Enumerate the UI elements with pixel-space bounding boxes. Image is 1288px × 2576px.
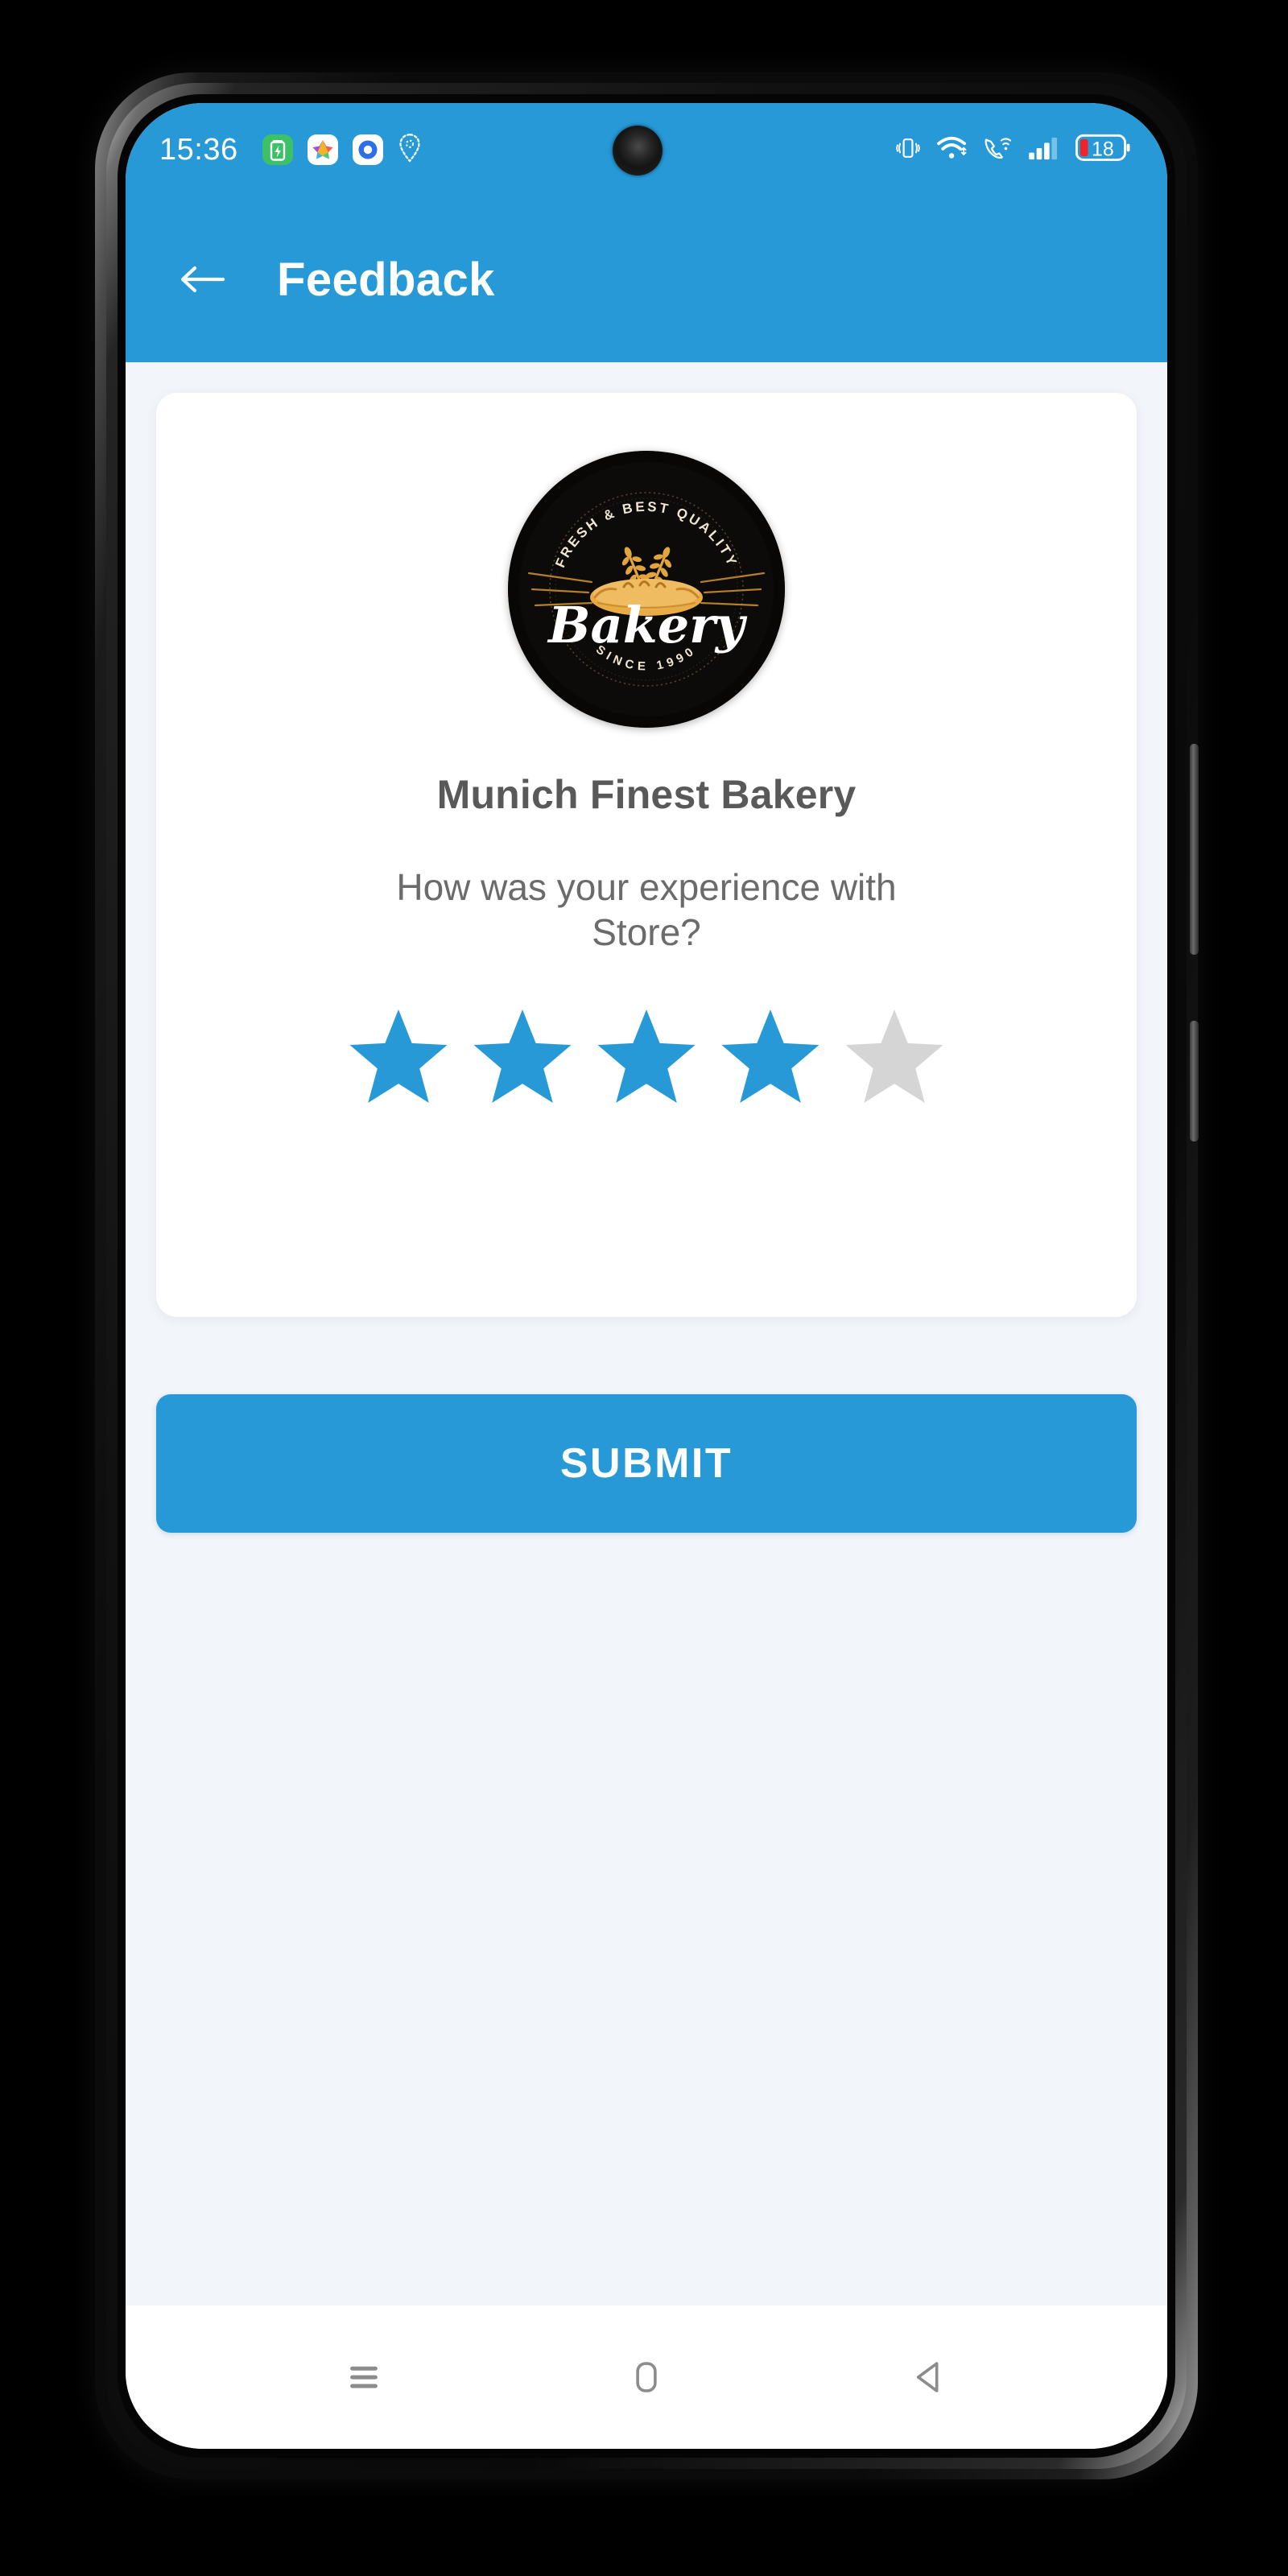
star-4[interactable]	[712, 998, 828, 1114]
page-title: Feedback	[277, 253, 495, 306]
front-camera-punch-hole	[613, 126, 663, 175]
eye-app-icon	[352, 134, 383, 165]
recents-button[interactable]	[316, 2330, 411, 2425]
back-nav-button[interactable]	[881, 2330, 976, 2425]
phone-screen: 15:36 18 Feedback FRESH & BEST QUALITY B…	[126, 103, 1167, 2449]
call-wifi-icon	[982, 134, 1014, 166]
star-app-icon	[307, 134, 338, 165]
home-button[interactable]	[599, 2330, 694, 2425]
location-pin-icon	[398, 133, 422, 167]
status-clock: 15:36	[159, 132, 238, 167]
status-bar-right-group: 18	[894, 134, 1130, 167]
vibrate-icon	[894, 134, 923, 167]
wifi-icon	[935, 134, 969, 166]
back-triangle-icon	[917, 2362, 939, 2392]
android-nav-bar	[126, 2306, 1167, 2449]
bakery-logo: FRESH & BEST QUALITY Bakery SINCE 1990	[508, 451, 785, 728]
content-area: FRESH & BEST QUALITY Bakery SINCE 1990 M…	[126, 362, 1167, 2306]
star-5[interactable]	[836, 998, 952, 1114]
feedback-question: How was your experience with Store?	[396, 866, 897, 954]
submit-button[interactable]: SUBMIT	[156, 1394, 1137, 1533]
status-bar-left-group: 15:36	[159, 133, 422, 167]
volume-rocker-button[interactable]	[1190, 744, 1199, 955]
back-button[interactable]	[164, 241, 242, 318]
signal-bars-icon	[1027, 135, 1063, 165]
battery-status-icon: 18	[1075, 134, 1130, 166]
power-button[interactable]	[1190, 1021, 1199, 1141]
recents-icon	[349, 2366, 378, 2388]
logo-script-text: Bakery	[547, 596, 748, 654]
screenshot-root: 15:36 18 Feedback FRESH & BEST QUALITY B…	[0, 0, 1288, 2576]
star-2[interactable]	[464, 998, 580, 1114]
bakery-logo-artwork: FRESH & BEST QUALITY Bakery SINCE 1990	[508, 451, 785, 728]
star-rating-widget[interactable]	[341, 998, 952, 1114]
star-3[interactable]	[588, 998, 704, 1114]
battery-percent-label: 18	[1092, 138, 1114, 161]
battery-saver-icon	[262, 134, 293, 165]
arrow-left-icon	[180, 266, 225, 293]
home-icon	[636, 2362, 657, 2392]
store-name: Munich Finest Bakery	[436, 772, 857, 817]
feedback-card: FRESH & BEST QUALITY Bakery SINCE 1990 M…	[156, 393, 1137, 1317]
star-1[interactable]	[341, 998, 456, 1114]
app-bar: Feedback	[126, 196, 1167, 362]
